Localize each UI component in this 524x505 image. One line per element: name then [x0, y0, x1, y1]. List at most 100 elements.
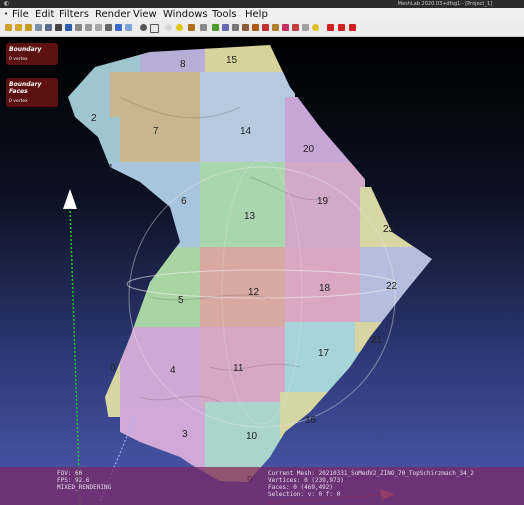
lighting-icon[interactable] [140, 24, 147, 31]
boundary-faces-panel-title: Boundary Faces [9, 81, 42, 95]
label-15: 15 [226, 55, 238, 66]
select-vertices-icon[interactable] [252, 24, 259, 31]
save-project-icon[interactable] [25, 24, 32, 31]
fov-text: FOV: 60 [57, 470, 83, 477]
patch-8 [140, 45, 210, 77]
faces-text: Faces: 0 (469,492) [268, 484, 334, 491]
patch-12 [200, 247, 290, 332]
manipulator-icon[interactable] [292, 24, 299, 31]
label-3: 3 [182, 429, 188, 440]
menu-bar: • File Edit Filters Render View Windows … [0, 8, 524, 21]
layers-icon[interactable] [65, 24, 72, 31]
boundary-faces-panel: Boundary Faces 0 vertex [6, 78, 58, 107]
menu-windows[interactable]: Windows [163, 8, 208, 21]
patch-17 [285, 322, 365, 397]
delete-vertices-icon[interactable] [338, 24, 345, 31]
patch-14 [200, 72, 295, 167]
select-icon[interactable] [188, 24, 195, 31]
patch-22 [360, 247, 432, 327]
mesh-patches [68, 45, 432, 482]
quality-icon[interactable] [272, 24, 279, 31]
flat-lines-icon[interactable] [105, 24, 112, 31]
flat-icon[interactable] [115, 24, 122, 31]
3d-viewport[interactable]: 0 1 2 3 4 5 6 7 8 9 10 11 12 13 14 15 16… [0, 37, 524, 505]
help-icon[interactable] [312, 24, 319, 31]
mesh-scene: 0 1 2 3 4 5 6 7 8 9 10 11 12 13 14 15 16… [63, 45, 432, 505]
patch-15 [205, 45, 295, 77]
fps-text: FPS: 92.6 [57, 477, 90, 484]
select-faces-icon[interactable] [242, 24, 249, 31]
label-16: 16 [305, 415, 317, 426]
label-11: 11 [233, 363, 244, 374]
label-20: 20 [303, 144, 315, 155]
window-title: MeshLab 2020.03+dfsg1 - [Project_1] [397, 1, 492, 7]
import-mesh-icon[interactable] [35, 24, 42, 31]
patch-23 [360, 187, 432, 252]
current-mesh-text: Current Mesh: 20210331_SoMedV2_ZINO_70_T… [268, 470, 474, 477]
app-icon: ◐ [4, 0, 10, 7]
patch-6 [110, 162, 205, 252]
snapshot-icon[interactable] [55, 24, 62, 31]
selection-text: Selection: v: 0 f: 0 [268, 491, 341, 498]
paint-icon[interactable] [212, 24, 219, 31]
label-7: 7 [153, 126, 159, 137]
menu-tools[interactable]: Tools [212, 8, 237, 21]
align-icon[interactable] [222, 24, 229, 31]
label-4: 4 [170, 365, 176, 376]
wireframe-icon[interactable] [95, 24, 102, 31]
boundary-panel-value: 0 vertex [9, 57, 28, 62]
label-21: 21 [371, 335, 383, 346]
label-13: 13 [244, 211, 256, 222]
color-icon[interactable] [176, 24, 183, 31]
delete-selection-icon[interactable] [349, 24, 356, 31]
info-icon[interactable] [150, 24, 159, 33]
patch-20 [285, 97, 365, 167]
render-mode-text: MIXED_RENDERING [57, 484, 112, 491]
vertices-text: Vertices: 0 (239,973) [268, 477, 344, 484]
select-connected-icon[interactable] [262, 24, 269, 31]
patch-7 [110, 72, 205, 167]
patch-11 [200, 327, 290, 407]
label-10: 10 [246, 431, 258, 442]
label-19: 19 [317, 196, 329, 207]
menu-edit[interactable]: Edit [35, 8, 54, 21]
menu-view[interactable]: View [133, 8, 157, 21]
delete-faces-icon[interactable] [327, 24, 334, 31]
patch-1 [68, 117, 120, 237]
z-paint-icon[interactable] [302, 24, 309, 31]
menu-render[interactable]: Render [95, 8, 131, 21]
title-bar: ◐ MeshLab 2020.03+dfsg1 - [Project_1] [0, 0, 524, 8]
label-6: 6 [181, 196, 187, 207]
export-mesh-icon[interactable] [45, 24, 52, 31]
label-12: 12 [248, 287, 260, 298]
label-22: 22 [386, 281, 398, 292]
points-icon[interactable] [85, 24, 92, 31]
patch-4 [120, 327, 205, 412]
label-8: 8 [180, 59, 186, 70]
label-5: 5 [178, 295, 184, 306]
label-2: 2 [91, 113, 97, 124]
menu-filters[interactable]: Filters [59, 8, 89, 21]
menu-help[interactable]: Help [245, 8, 268, 21]
menu-file[interactable]: File [12, 8, 29, 21]
render-info: FOV: 60 FPS: 92.6 MIXED_RENDERING [57, 470, 111, 491]
label-17: 17 [318, 348, 330, 359]
patch-5 [110, 247, 205, 332]
label-23: 23 [383, 224, 395, 235]
rotate-icon[interactable] [165, 24, 172, 31]
boundary-faces-panel-value: 0 vertex [9, 99, 28, 104]
mesh-info: Current Mesh: 20210331_SoMedV2_ZINO_70_T… [268, 470, 474, 498]
boundary-panel: Boundary 0 vertex [6, 43, 58, 65]
axis-y-arrow-icon [63, 189, 77, 209]
axis-y-line [69, 206, 81, 505]
pick-points-icon[interactable] [232, 24, 239, 31]
bbox-icon[interactable] [75, 24, 82, 31]
label-0: 0 [110, 363, 116, 374]
toolbar [0, 21, 524, 37]
info-overlay: FOV: 60 FPS: 92.6 MIXED_RENDERING Curren… [0, 467, 524, 505]
texture-icon[interactable] [282, 24, 289, 31]
smooth-icon[interactable] [125, 24, 132, 31]
new-project-icon[interactable] [5, 24, 12, 31]
measure-icon[interactable] [200, 24, 207, 31]
open-project-icon[interactable] [15, 24, 22, 31]
